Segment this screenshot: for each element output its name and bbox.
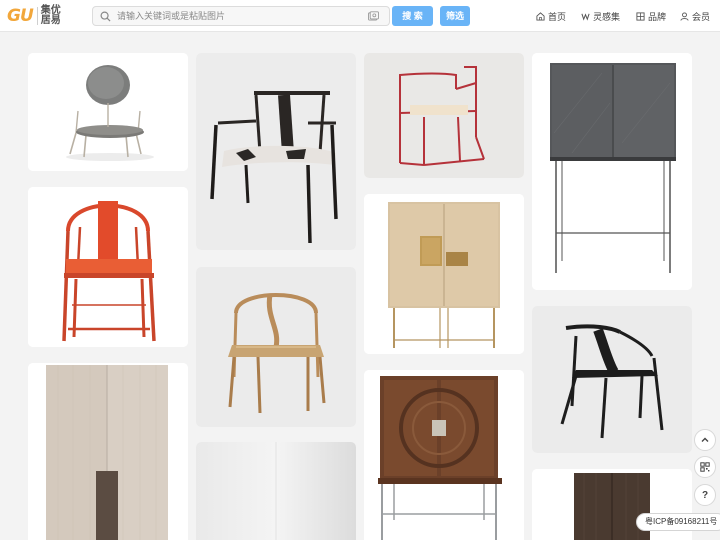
site-logo[interactable]: GU 集优居易 [7,5,69,27]
logo-text: 集优居易 [40,5,61,26]
gallery-item-red-frame-chair[interactable] [364,53,524,178]
gallery-item-black-bentwood-chair[interactable] [532,306,692,453]
inspiration-icon [581,12,590,21]
gallery-item-dark-wood-armchair[interactable] [196,53,356,250]
qr-code-button[interactable] [694,456,716,478]
panel-image [196,442,356,540]
brand-icon [636,11,645,21]
chair-image [28,53,188,171]
gallery-item-round-lounge-chair[interactable] [28,53,188,171]
chair-image [364,53,524,178]
gallery-item-wood-panel-wardrobe[interactable] [28,363,188,540]
gallery-item-stone-bar-cabinet[interactable] [532,53,692,290]
logo-mark: GU [7,6,34,26]
cabinet-image [532,53,692,290]
gallery-item-wishbone-chair[interactable] [196,267,356,427]
gallery-item-brass-cabinet[interactable] [364,194,524,354]
chevron-up-icon [701,437,709,442]
search-input[interactable] [117,7,357,25]
nav-inspiration-label: 灵感集 [593,11,621,22]
nav-home[interactable]: 首页 [536,9,566,23]
search-icon [100,11,111,22]
chair-image [532,306,692,453]
logo-divider [36,7,38,25]
nav-home-label: 首页 [548,11,567,22]
help-button[interactable]: ? [694,484,716,506]
nav-brand-label: 品牌 [648,11,667,22]
cabinet-image [364,194,524,354]
chair-image [196,53,356,250]
nav-brand[interactable]: 品牌 [636,9,666,23]
search-button[interactable]: 搜 索 [392,6,433,26]
gallery-item-carved-bar-cabinet[interactable] [364,370,524,540]
top-header: GU 集优居易 搜 索 筛选 首页 灵感集 [0,0,720,32]
chair-image [28,187,188,347]
wardrobe-image [28,363,188,540]
user-icon [680,11,689,21]
home-icon [536,11,545,21]
qr-code-icon [700,462,710,472]
help-label: ? [701,489,709,501]
filter-button[interactable]: 筛选 [440,6,470,26]
icp-record-badge[interactable]: 粤ICP备09168211号 [636,513,720,531]
nav-member[interactable]: 会员 [680,9,710,23]
scroll-top-button[interactable] [694,429,716,451]
gallery-item-white-panel[interactable] [196,442,356,540]
nav-member-label: 会员 [692,11,711,22]
image-search-icon[interactable] [368,11,379,21]
search-box [92,6,390,26]
nav-inspiration[interactable]: 灵感集 [581,9,620,23]
cabinet-image [364,370,524,540]
chair-image [196,267,356,427]
gallery-item-orange-ming-chair[interactable] [28,187,188,347]
